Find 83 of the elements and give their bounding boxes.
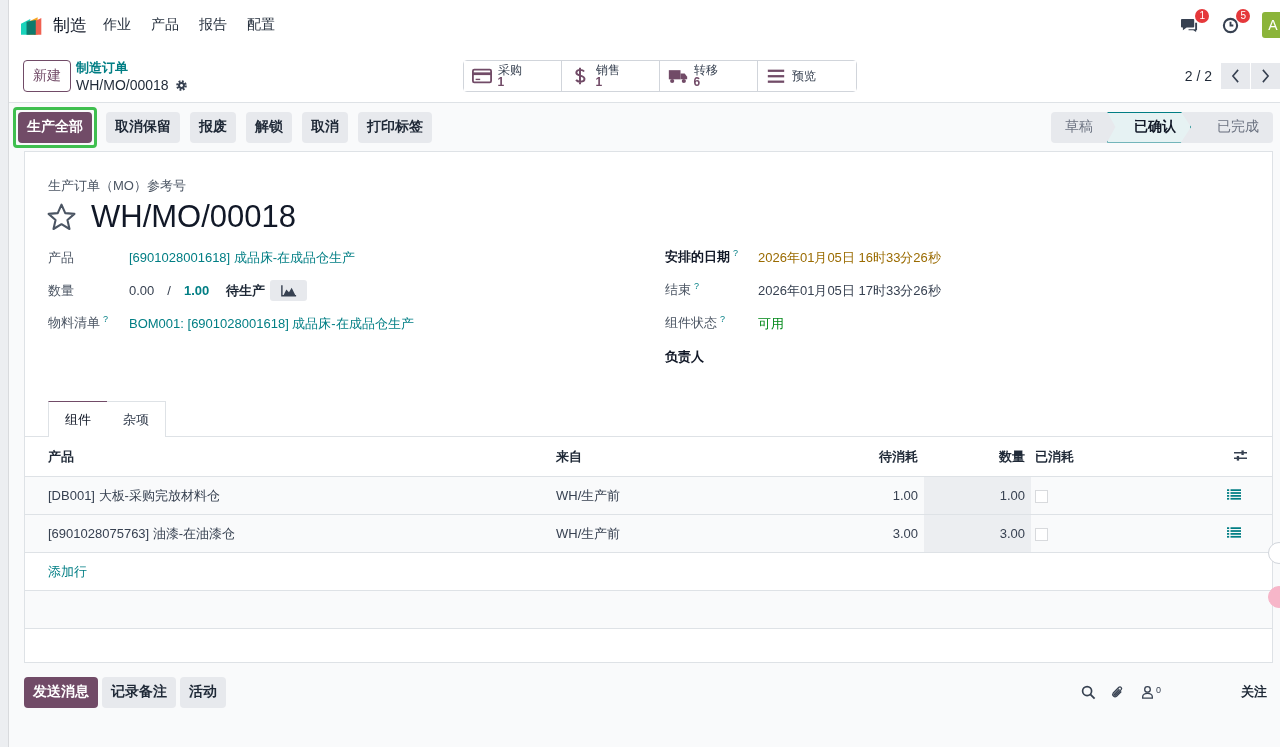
menu-item[interactable]: 作业 (103, 16, 131, 34)
field-value[interactable]: [6901028001618] 成品床-在成品仓生产 (129, 248, 356, 267)
field-label: 产品 (48, 249, 74, 265)
notification-badge: 5 (1236, 8, 1250, 23)
column-header[interactable]: 数量 (924, 437, 1031, 477)
produced-quantity[interactable]: 0.00 (129, 283, 155, 298)
column-header[interactable]: 已消耗 (1031, 437, 1186, 477)
truck-icon (667, 67, 688, 85)
help-icon[interactable]: ? (694, 281, 699, 292)
field-value: 可用 (758, 314, 784, 333)
app-name[interactable]: 制造 (53, 13, 87, 37)
quantity-unit: 待生产 (226, 281, 266, 300)
field-value: 2026年01月05日 17时33分26秒 (758, 281, 941, 300)
notebook-tab[interactable]: 组件 (48, 401, 108, 437)
column-header[interactable]: 产品 (25, 437, 555, 477)
notebook-tab[interactable]: 杂项 (107, 401, 166, 437)
action-button[interactable]: 取消 (302, 111, 348, 143)
action-button[interactable]: 取消保留 (106, 111, 180, 143)
field-label: 结束 (665, 282, 691, 298)
list-icon[interactable] (1227, 527, 1241, 538)
field-label: 物料清单 (48, 315, 100, 331)
add-line-link[interactable]: 添加行 (48, 563, 87, 579)
action-button[interactable]: 生产全部 (18, 111, 92, 143)
help-icon[interactable]: ? (103, 314, 108, 325)
consumed-checkbox[interactable] (1035, 528, 1048, 542)
credit-card-icon (471, 67, 492, 85)
table-cell: [6901028075763] 油漆-在油漆仓 (25, 514, 555, 553)
paperclip-icon[interactable] (1110, 684, 1125, 700)
breadcrumb-link[interactable]: 制造订单 (76, 59, 188, 77)
settings-icon[interactable] (174, 78, 188, 92)
search-icon[interactable] (1081, 684, 1096, 700)
notification-badge: 1 (1195, 8, 1209, 23)
field-label: 生产订单（MO）参考号 (48, 177, 187, 195)
status-step[interactable]: 草稿 (1051, 111, 1107, 143)
previous-button[interactable] (1220, 63, 1250, 89)
smart-button[interactable]: 采购 1 (463, 61, 562, 91)
field-label: 组件状态 (665, 315, 717, 331)
chatter-button[interactable]: 记录备注 (102, 676, 176, 708)
field-label: 安排的日期 (665, 249, 730, 265)
person-icon[interactable] (1141, 685, 1154, 699)
clock-icon[interactable] (1221, 16, 1240, 34)
follower-count: 0 (1156, 685, 1161, 695)
field-value[interactable]: BOM001: [6901028001618] 成品床-在成品仓生产 (129, 314, 414, 333)
table-cell: WH/生产前 (555, 514, 857, 553)
new-button[interactable]: 新建 (23, 60, 71, 92)
chat-icon[interactable] (1180, 16, 1199, 34)
separator: / (167, 283, 171, 298)
help-icon[interactable]: ? (720, 314, 725, 325)
next-button[interactable] (1250, 63, 1280, 89)
menu-item[interactable]: 配置 (247, 16, 275, 34)
column-header[interactable]: 待消耗 (857, 437, 924, 477)
column-header[interactable]: 来自 (555, 437, 857, 477)
action-button[interactable]: 报废 (190, 111, 236, 143)
record-title: WH/MO/00018 (91, 198, 296, 236)
pager-counter: 2 / 2 (1184, 68, 1212, 84)
table-cell[interactable]: 1.00 (924, 476, 1031, 515)
chart-button[interactable] (270, 280, 308, 301)
column-options-icon[interactable] (1233, 448, 1248, 462)
chatter-button[interactable]: 发送消息 (24, 676, 98, 708)
field-label: 数量 (48, 282, 74, 298)
chevron-right-icon (1261, 69, 1270, 83)
area-chart-icon (280, 284, 297, 297)
follow-button[interactable]: 关注 (1235, 682, 1273, 702)
table-cell[interactable]: 3.00 (924, 514, 1031, 553)
consumed-checkbox[interactable] (1035, 490, 1048, 504)
menu-item[interactable]: 产品 (151, 16, 179, 34)
chatter-button[interactable]: 活动 (180, 676, 226, 708)
menu-item[interactable]: 报告 (199, 16, 227, 34)
help-icon[interactable]: ? (733, 248, 738, 259)
record-name: WH/MO/00018 (76, 77, 169, 93)
planned-quantity[interactable]: 1.00 (183, 283, 210, 298)
field-label: 负责人 (665, 348, 704, 364)
status-step[interactable]: 已完成 (1191, 111, 1273, 143)
list-icon[interactable] (1227, 489, 1241, 500)
table-cell: [DB001] 大板-采购完放材料仓 (25, 476, 555, 515)
status-step[interactable]: 已确认 (1107, 111, 1191, 143)
chevron-left-icon (1231, 69, 1240, 83)
star-icon[interactable] (46, 201, 77, 233)
action-button[interactable]: 解锁 (246, 111, 292, 143)
action-button[interactable]: 打印标签 (358, 111, 432, 143)
table-cell: WH/生产前 (555, 476, 857, 515)
field-value: 2026年01月05日 16时33分26秒 (758, 248, 941, 267)
menu-icon (765, 67, 786, 85)
